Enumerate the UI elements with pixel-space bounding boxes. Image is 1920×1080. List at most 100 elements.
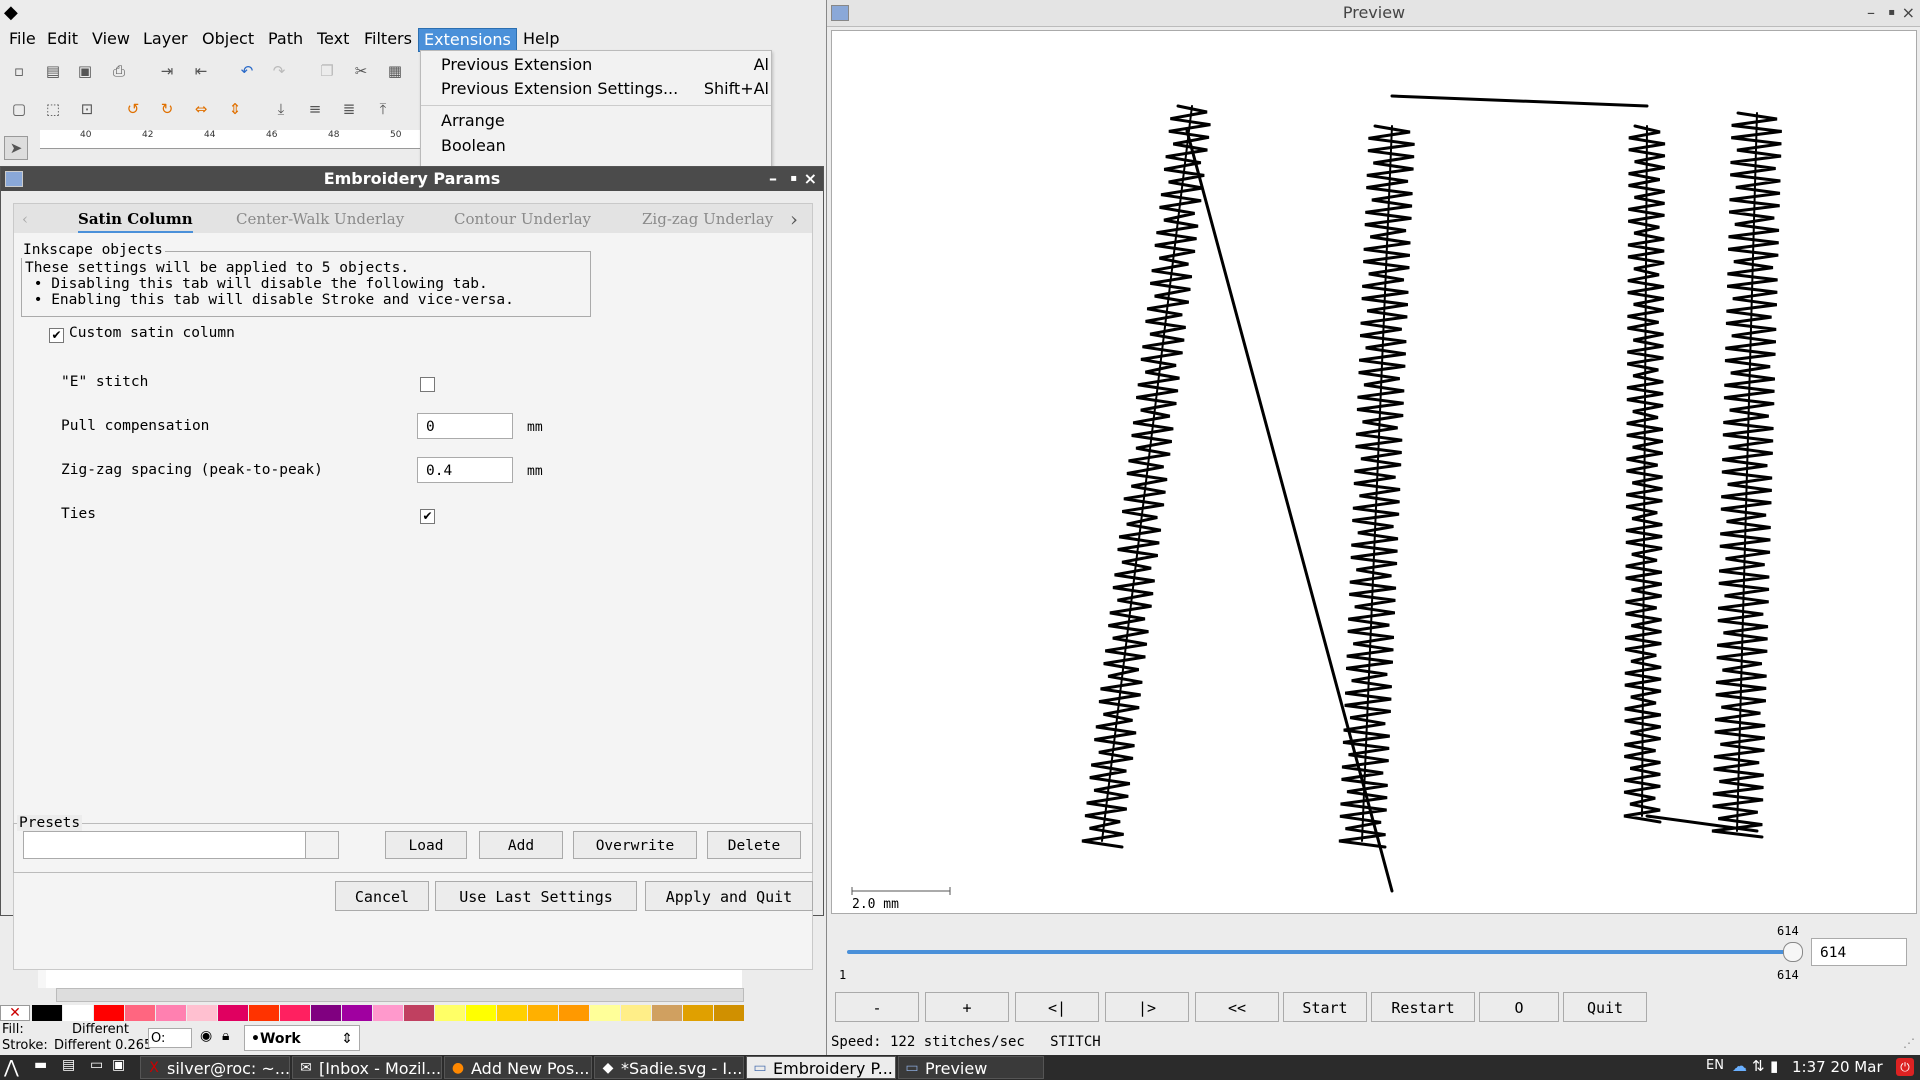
- terminal-launcher-icon[interactable]: ▬: [34, 1057, 47, 1073]
- no-paint-swatch[interactable]: ✕: [0, 1005, 30, 1021]
- flip-horizontal-icon[interactable]: ⇔: [190, 98, 212, 120]
- menu-path[interactable]: Path: [263, 28, 308, 50]
- color-swatch[interactable]: [32, 1005, 62, 1021]
- menu-object[interactable]: Object: [197, 28, 259, 50]
- load-button[interactable]: Load: [385, 831, 467, 859]
- speed-up-button[interactable]: +: [925, 992, 1009, 1022]
- zigzag-spacing-input[interactable]: 0.4: [417, 457, 513, 483]
- apply-and-quit-button[interactable]: Apply and Quit: [645, 881, 813, 911]
- menu-item-boolean[interactable]: Boolean: [441, 134, 506, 158]
- print-icon[interactable]: ⎙: [108, 60, 130, 82]
- maximize-icon[interactable]: ▪: [1888, 0, 1895, 26]
- new-document-icon[interactable]: ▫: [8, 60, 30, 82]
- stitch-number-input[interactable]: 614: [1811, 938, 1907, 966]
- menu-filters[interactable]: Filters: [359, 28, 417, 50]
- tab-satin-column[interactable]: Satin Column: [78, 204, 193, 234]
- tab-contour-underlay[interactable]: Contour Underlay: [454, 204, 591, 234]
- files-launcher-icon[interactable]: ▤: [62, 1057, 75, 1073]
- network-icon[interactable]: ⇅: [1752, 1057, 1765, 1075]
- ties-checkbox[interactable]: ✔: [420, 509, 435, 524]
- show-desktop-icon[interactable]: ▭: [90, 1057, 103, 1073]
- color-swatch[interactable]: [528, 1005, 558, 1021]
- color-swatch[interactable]: [187, 1005, 217, 1021]
- color-swatch[interactable]: [218, 1005, 248, 1021]
- stitch-slider-handle[interactable]: [1783, 942, 1803, 962]
- color-swatch[interactable]: [590, 1005, 620, 1021]
- power-icon[interactable]: ⏻: [1896, 1058, 1914, 1076]
- start-button[interactable]: Start: [1283, 992, 1367, 1022]
- color-swatch[interactable]: [94, 1005, 124, 1021]
- close-icon[interactable]: ×: [1902, 0, 1915, 26]
- step-back-button[interactable]: <|: [1015, 992, 1099, 1022]
- eye-icon[interactable]: ◉: [200, 1028, 212, 1044]
- color-swatch[interactable]: [652, 1005, 682, 1021]
- color-swatch[interactable]: [404, 1005, 434, 1021]
- use-last-settings-button[interactable]: Use Last Settings: [435, 881, 637, 911]
- taskbar-item-preview[interactable]: ▭ Preview: [898, 1056, 1044, 1079]
- selector-tool-icon[interactable]: ➤: [4, 136, 28, 160]
- taskbar-item-inkscape[interactable]: ◆ *Sadie.svg - I...: [594, 1056, 744, 1079]
- menu-view[interactable]: View: [87, 28, 135, 50]
- preview-titlebar[interactable]: Preview – ▪ ×: [827, 0, 1920, 27]
- stitch-preview-canvas[interactable]: 2.0 mm: [831, 30, 1917, 914]
- battery-icon[interactable]: ▮: [1770, 1057, 1778, 1075]
- clock[interactable]: 1:37 20 Mar: [1792, 1058, 1883, 1076]
- close-icon[interactable]: ×: [804, 167, 817, 191]
- lock-icon[interactable]: 🔒︎: [222, 1028, 229, 1044]
- taskbar-item-firefox[interactable]: ● Add New Pos...: [444, 1056, 592, 1079]
- delete-button[interactable]: Delete: [707, 831, 801, 859]
- restart-button[interactable]: Restart: [1371, 992, 1475, 1022]
- minimize-icon[interactable]: –: [1867, 0, 1875, 26]
- weather-icon[interactable]: ☁: [1732, 1057, 1747, 1075]
- tab-scroll-right-icon[interactable]: ›: [790, 204, 798, 234]
- pull-compensation-input[interactable]: 0: [417, 413, 513, 439]
- browser-launcher-icon[interactable]: ▣: [112, 1057, 125, 1073]
- flip-vertical-icon[interactable]: ⇕: [224, 98, 246, 120]
- lower-to-bottom-icon[interactable]: ⤓: [270, 98, 292, 120]
- save-icon[interactable]: ▣: [74, 60, 96, 82]
- color-swatch[interactable]: [559, 1005, 589, 1021]
- speed-down-button[interactable]: -: [835, 992, 919, 1022]
- color-swatch[interactable]: [714, 1005, 744, 1021]
- menu-file[interactable]: File: [4, 28, 41, 50]
- keyboard-layout[interactable]: EN: [1706, 1058, 1724, 1073]
- redo-icon[interactable]: ↷: [268, 60, 290, 82]
- lower-icon[interactable]: ≡: [304, 98, 326, 120]
- color-swatch[interactable]: [683, 1005, 713, 1021]
- rotate-cw-icon[interactable]: ↻: [156, 98, 178, 120]
- color-swatch[interactable]: [435, 1005, 465, 1021]
- raise-icon[interactable]: ≣: [338, 98, 360, 120]
- cut-icon[interactable]: ✂: [350, 60, 372, 82]
- color-swatch[interactable]: [156, 1005, 186, 1021]
- reverse-button[interactable]: <<: [1195, 992, 1279, 1022]
- taskbar-item-embroidery-params[interactable]: ▭ Embroidery P...: [746, 1056, 896, 1079]
- e-stitch-checkbox[interactable]: [420, 377, 435, 392]
- paste-icon[interactable]: ▦: [384, 60, 406, 82]
- menu-item-arrange[interactable]: Arrange: [441, 109, 505, 133]
- color-swatch[interactable]: [342, 1005, 372, 1021]
- opacity-spinner[interactable]: O:: [148, 1028, 192, 1048]
- start-menu-icon[interactable]: ⋀: [4, 1057, 19, 1078]
- color-swatch[interactable]: [63, 1005, 93, 1021]
- custom-satin-checkbox[interactable]: ✔: [49, 328, 64, 343]
- open-icon[interactable]: ▤: [42, 60, 64, 82]
- npp-button[interactable]: O: [1479, 992, 1559, 1022]
- color-swatch[interactable]: [249, 1005, 279, 1021]
- menu-item-previous-extension[interactable]: Previous Extension Al: [441, 53, 769, 77]
- select-all-layers-icon[interactable]: ⬚: [42, 98, 64, 120]
- tab-scroll-left-icon[interactable]: ‹: [22, 204, 28, 234]
- rotate-ccw-icon[interactable]: ↺: [122, 98, 144, 120]
- color-swatch[interactable]: [125, 1005, 155, 1021]
- color-swatch[interactable]: [621, 1005, 651, 1021]
- menu-layer[interactable]: Layer: [138, 28, 193, 50]
- color-swatch[interactable]: [497, 1005, 527, 1021]
- dialog-titlebar[interactable]: Embroidery Params – ▪ ×: [1, 167, 823, 191]
- resize-grip-icon[interactable]: ⋰: [1903, 1036, 1915, 1050]
- deselect-icon[interactable]: ⊡: [76, 98, 98, 120]
- import-icon[interactable]: ⇥: [156, 60, 178, 82]
- menu-extensions[interactable]: Extensions: [418, 28, 517, 52]
- menu-edit[interactable]: Edit: [42, 28, 83, 50]
- stitch-slider-track[interactable]: [847, 950, 1791, 954]
- color-swatch[interactable]: [373, 1005, 403, 1021]
- color-swatch[interactable]: [280, 1005, 310, 1021]
